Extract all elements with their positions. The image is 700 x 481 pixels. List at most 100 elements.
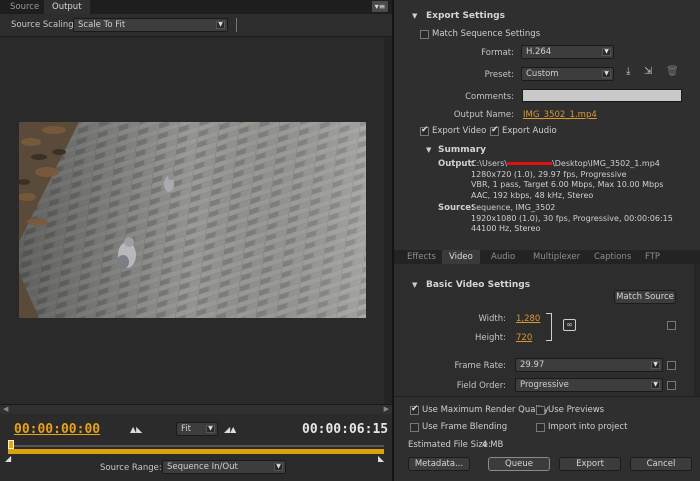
use-previews-checkbox[interactable]: [536, 406, 545, 415]
viewer-horizontal-scrollbar[interactable]: ◀ ▶: [0, 404, 392, 414]
format-dropdown[interactable]: H.264 ▼: [521, 45, 614, 59]
frame-rate-value: 29.97: [520, 360, 545, 370]
save-preset-icon[interactable]: ⤓: [626, 66, 630, 77]
tab-video[interactable]: Video: [442, 250, 480, 264]
height-label: Height:: [475, 333, 506, 343]
frame-blending-checkbox[interactable]: [410, 423, 419, 432]
chevron-down-icon: ▼: [651, 361, 660, 369]
settings-scrollbar[interactable]: [694, 264, 700, 396]
tab-effects[interactable]: Effects: [400, 250, 443, 264]
summary-source-text: Sequence, IMG_3502 1920x1080 (1.0), 30 f…: [471, 203, 673, 235]
export-button[interactable]: Export: [559, 457, 621, 471]
viewer-vertical-scrollbar[interactable]: [384, 37, 392, 404]
frame-rate-override-checkbox[interactable]: [667, 361, 676, 370]
chevron-down-icon: ▼: [216, 21, 225, 29]
summary-output-path: C:\Users\ \Desktop\IMG_3502_1.mp4: [471, 159, 663, 170]
zoom-value: Fit: [181, 424, 191, 434]
summary-output-line: VBR, 1 pass, Target 6.00 Mbps, Max 10.00…: [471, 180, 664, 189]
settings-tab-bar: Effects Video Audio Multiplexer Captions…: [394, 250, 700, 264]
export-options-footer: Use Maximum Render Quality Use Previews …: [394, 396, 700, 481]
current-time-display[interactable]: 00:00:00:00: [14, 422, 100, 437]
export-video-label: Export Video: [432, 126, 487, 136]
queue-button[interactable]: Queue: [488, 457, 550, 471]
summary-source-line: 1920x1080 (1.0), 30 fps, Progressive, 00…: [471, 213, 673, 223]
output-name-link[interactable]: IMG_3502_1.mp4: [523, 110, 597, 120]
output-path-prefix: C:\Users\: [471, 159, 508, 168]
tab-audio[interactable]: Audio: [484, 250, 522, 264]
timeline-controls: 00:00:00:00 ▲◣ Fit ▼ ◢▲ 00:00:06:15 ◢ ◣ …: [0, 414, 392, 481]
scroll-right-arrow-icon[interactable]: ▶: [384, 405, 389, 413]
scroll-left-arrow-icon[interactable]: ◀: [3, 405, 8, 413]
height-value[interactable]: 720: [516, 333, 532, 343]
tab-ftp[interactable]: FTP: [638, 250, 667, 264]
file-size-label: Estimated File Size:: [408, 440, 491, 450]
chevron-down-icon: ▼: [602, 70, 611, 78]
viewer-tab-bar: Source Output ▾≡: [0, 0, 392, 14]
match-source-button[interactable]: Match Source: [614, 290, 676, 304]
chevron-down-icon: ▼: [602, 48, 611, 56]
max-render-quality-checkbox[interactable]: [410, 404, 419, 415]
export-video-checkbox[interactable]: [420, 125, 429, 136]
video-frame: [19, 122, 366, 318]
summary-source-line: 44100 Hz, Stereo: [471, 224, 541, 233]
export-audio-label: Export Audio: [502, 126, 557, 136]
field-order-override-checkbox[interactable]: [667, 381, 676, 390]
basic-video-collapse-icon[interactable]: ▼: [412, 281, 417, 289]
in-handle-icon[interactable]: ◢: [5, 454, 11, 463]
width-label: Width:: [478, 314, 506, 324]
cancel-button[interactable]: Cancel: [630, 457, 692, 471]
preset-label: Preset:: [484, 70, 514, 80]
metadata-button[interactable]: Metadata...: [408, 457, 470, 471]
use-previews-label: Use Previews: [548, 405, 605, 415]
collapse-triangle-icon[interactable]: ▼: [412, 12, 417, 20]
chevron-down-icon: ▼: [206, 425, 215, 433]
summary-collapse-icon[interactable]: ▼: [426, 146, 431, 154]
width-value[interactable]: 1,280: [516, 314, 540, 324]
frame-rate-label: Frame Rate:: [454, 361, 506, 371]
tab-source[interactable]: Source: [2, 0, 47, 14]
chevron-down-icon: ▼: [651, 381, 660, 389]
import-into-project-checkbox[interactable]: [536, 423, 545, 432]
playhead[interactable]: [8, 440, 14, 449]
comments-input[interactable]: [522, 89, 682, 102]
work-area-bar[interactable]: [8, 449, 384, 454]
source-range-value: Sequence In/Out: [167, 462, 238, 472]
export-audio-checkbox[interactable]: [490, 125, 499, 136]
import-into-project-label: Import into project: [548, 422, 628, 432]
preset-value: Custom: [526, 69, 559, 79]
set-out-point-icon[interactable]: ◢▲: [224, 425, 236, 434]
field-order-dropdown[interactable]: Progressive ▼: [515, 378, 663, 392]
file-size-value: 4 MB: [482, 440, 504, 450]
source-range-dropdown[interactable]: Sequence In/Out ▼: [162, 460, 286, 474]
summary-source-line: Sequence, IMG_3502: [471, 203, 556, 212]
video-frame-image: [19, 122, 366, 318]
match-sequence-checkbox[interactable]: [420, 30, 429, 39]
output-name-label: Output Name:: [453, 110, 514, 120]
preset-dropdown[interactable]: Custom ▼: [521, 67, 614, 81]
source-scaling-dropdown[interactable]: Scale To Fit ▼: [73, 18, 228, 32]
source-range-label: Source Range:: [100, 463, 162, 473]
panel-menu-button[interactable]: ▾≡: [372, 1, 388, 12]
export-settings-title: Export Settings: [426, 11, 505, 21]
tab-output[interactable]: Output: [44, 0, 90, 14]
export-settings-panel: ▼ Export Settings Match Sequence Setting…: [394, 0, 700, 481]
import-preset-icon[interactable]: ⇲: [644, 66, 652, 77]
format-value: H.264: [526, 47, 552, 57]
max-render-quality-label: Use Maximum Render Quality: [422, 405, 549, 415]
summary-title: Summary: [438, 145, 487, 155]
source-scaling-value: Scale To Fit: [78, 20, 126, 30]
zoom-dropdown[interactable]: Fit ▼: [176, 422, 218, 436]
link-chain-icon[interactable]: ∞: [563, 319, 576, 331]
frame-rate-dropdown[interactable]: 29.97 ▼: [515, 358, 663, 372]
summary-source-label: Source:: [438, 203, 475, 213]
set-in-point-icon[interactable]: ▲◣: [130, 425, 142, 434]
source-scaling-label: Source Scaling:: [11, 20, 77, 30]
width-height-override-checkbox[interactable]: [667, 321, 676, 330]
tab-multiplexer[interactable]: Multiplexer: [526, 250, 587, 264]
tab-captions[interactable]: Captions: [587, 250, 638, 264]
summary-output-text: C:\Users\ \Desktop\IMG_3502_1.mp4 1280x72…: [471, 159, 663, 201]
time-ruler: [8, 445, 384, 447]
out-handle-icon[interactable]: ◣: [378, 454, 384, 463]
format-label: Format:: [481, 48, 514, 58]
delete-preset-icon[interactable]: 🗑: [666, 66, 679, 77]
